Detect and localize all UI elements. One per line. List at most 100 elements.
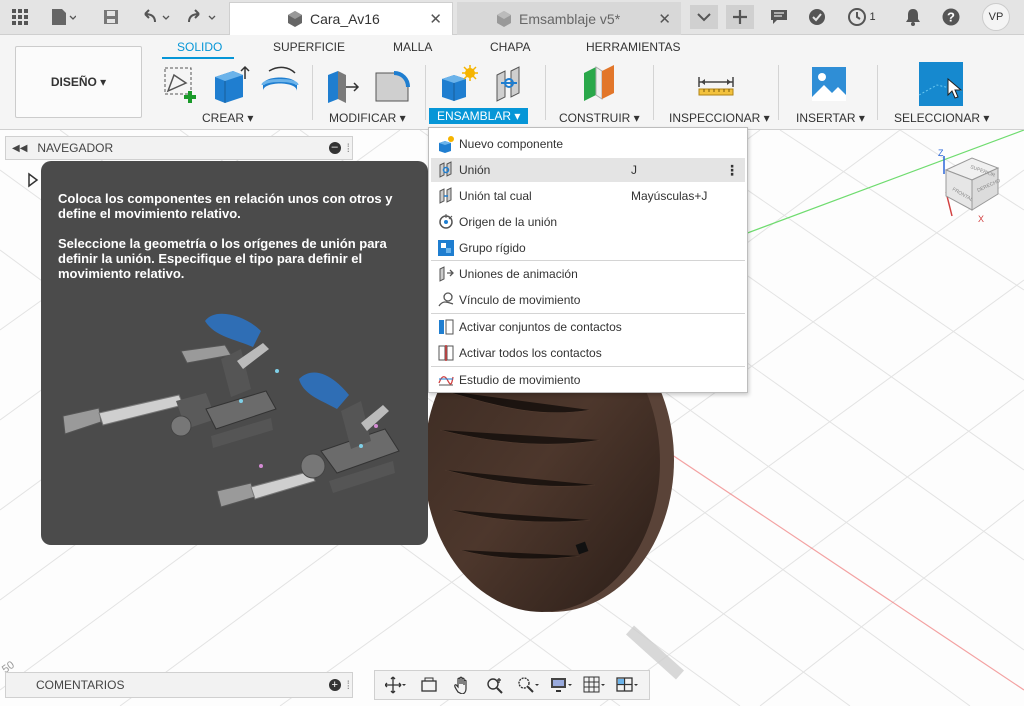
close-icon[interactable]: ✕ xyxy=(429,10,442,28)
menu-item-label: Origen de la unión xyxy=(459,215,558,229)
joint-icon xyxy=(435,160,457,180)
joint-origin-icon xyxy=(435,212,457,232)
insert-image-icon[interactable] xyxy=(808,63,850,105)
create-sketch-icon[interactable] xyxy=(160,63,202,105)
undo-icon[interactable] xyxy=(138,5,174,29)
file-icon[interactable] xyxy=(48,5,78,29)
joint-icon[interactable] xyxy=(489,63,531,105)
rigid-group-icon xyxy=(435,238,457,258)
tab-chapa[interactable]: CHAPA xyxy=(490,40,530,54)
axis-z-label: Z xyxy=(938,148,944,158)
group-insertar[interactable]: INSERTAR ▾ xyxy=(796,111,865,125)
viewcube[interactable]: SUPERIOR FRONTAL DERECHO Z X xyxy=(932,148,1012,228)
menu-item-joint-origin[interactable]: Origen de la unión xyxy=(431,210,745,234)
zoom-icon[interactable] xyxy=(483,674,507,696)
tab-malla[interactable]: MALLA xyxy=(393,40,432,54)
tab-superficie[interactable]: SUPERFICIE xyxy=(273,40,345,54)
menu-item-new-component[interactable]: Nuevo componente xyxy=(431,132,745,156)
drive-joints-icon xyxy=(435,264,457,284)
look-at-icon[interactable] xyxy=(417,674,441,696)
help-icon[interactable]: ? xyxy=(940,5,962,29)
joint-tooltip-panel: Coloca los componentes en relación unos … xyxy=(41,161,428,545)
svg-text:?: ? xyxy=(947,10,955,25)
tab-title: Emsamblaje v5* xyxy=(519,10,621,27)
toolbar-divider xyxy=(312,65,313,120)
tab-solido[interactable]: SOLIDO xyxy=(177,40,222,54)
notification-count: 1 xyxy=(869,11,876,23)
new-component-icon xyxy=(435,134,457,154)
contact-sets-icon xyxy=(435,317,457,337)
zoom-window-icon[interactable] xyxy=(517,674,541,696)
group-ensamblar[interactable]: ENSAMBLAR ▾ xyxy=(429,108,529,124)
menu-item-motion-study[interactable]: Estudio de movimiento xyxy=(431,368,745,392)
active-tab-indicator xyxy=(162,57,234,59)
menu-item-contact-sets[interactable]: Activar conjuntos de contactos xyxy=(431,315,745,339)
save-icon[interactable] xyxy=(100,5,122,29)
bell-icon[interactable] xyxy=(902,5,924,29)
grid-apps-icon[interactable] xyxy=(10,5,30,29)
construct-plane-icon[interactable] xyxy=(578,63,620,105)
add-comment-icon[interactable]: + xyxy=(328,679,341,691)
menu-item-rigid-group[interactable]: Grupo rígido xyxy=(431,236,745,260)
redo-icon[interactable] xyxy=(184,5,220,29)
joint-illustration xyxy=(62,313,400,508)
as-built-joint-icon xyxy=(435,186,457,206)
menu-item-shortcut: Mayúsculas+J xyxy=(631,189,708,203)
group-seleccionar[interactable]: SELECCIONAR ▾ xyxy=(894,111,989,125)
assemble-dropdown-menu: Nuevo componente Unión J ⋮ Unión tal cua… xyxy=(428,127,748,393)
menu-item-all-contacts[interactable]: Activar todos los contactos xyxy=(431,341,745,365)
revolve-icon[interactable] xyxy=(259,63,301,105)
menu-item-label: Nuevo componente xyxy=(459,137,564,151)
close-icon[interactable]: ✕ xyxy=(658,10,671,28)
new-component-icon[interactable] xyxy=(438,63,480,105)
tree-expand-icon[interactable] xyxy=(27,172,39,188)
tab-title: Cara_Av16 xyxy=(310,11,380,27)
minus-icon[interactable]: – xyxy=(328,142,341,154)
panel-handle-icon[interactable]: ⁞ xyxy=(347,678,350,692)
viewports-icon[interactable] xyxy=(616,674,640,696)
comments-icon[interactable] xyxy=(768,5,790,29)
extrude-icon[interactable] xyxy=(209,63,251,105)
toolbar-divider xyxy=(877,65,878,120)
toolbar-divider xyxy=(653,65,654,120)
group-construir[interactable]: CONSTRUIR ▾ xyxy=(559,111,640,125)
workspace-switcher-button[interactable]: DISEÑO ▾ xyxy=(15,46,142,118)
comments-title: COMENTARIOS xyxy=(36,678,125,692)
job-status-icon[interactable]: 1 xyxy=(846,5,878,29)
menu-item-label: Vínculo de movimiento xyxy=(459,293,581,307)
menu-item-label: Activar todos los contactos xyxy=(459,346,602,360)
plus-icon[interactable] xyxy=(726,5,754,29)
menu-item-label: Activar conjuntos de contactos xyxy=(459,320,622,334)
pan-hand-icon[interactable] xyxy=(450,674,474,696)
collapse-icon[interactable]: ◀◀ xyxy=(12,143,27,154)
more-options-icon[interactable]: ⋮ xyxy=(725,162,739,179)
ribbon-toolbar: SOLIDO SUPERFICIE MALLA CHAPA HERRAMIENT… xyxy=(0,35,1024,130)
comments-panel: COMENTARIOS + ⁞ xyxy=(5,672,353,698)
group-modificar[interactable]: MODIFICAR ▾ xyxy=(329,111,406,125)
menu-item-as-built-joint[interactable]: Unión tal cual Mayúsculas+J xyxy=(431,184,745,208)
tab-herramientas[interactable]: HERRAMIENTAS xyxy=(586,40,680,54)
menu-item-motion-link[interactable]: Vínculo de movimiento xyxy=(431,288,745,312)
orbit-icon[interactable] xyxy=(384,674,408,696)
menu-item-joint[interactable]: Unión J ⋮ xyxy=(431,158,745,182)
avatar[interactable]: VP xyxy=(982,3,1010,31)
display-settings-icon[interactable] xyxy=(550,674,574,696)
press-pull-icon[interactable] xyxy=(322,63,364,105)
measure-icon[interactable] xyxy=(695,63,737,105)
tab-emsamblaje-v5[interactable]: Emsamblaje v5* ✕ xyxy=(457,2,681,35)
chevron-down-icon[interactable] xyxy=(690,5,718,29)
offline-icon[interactable] xyxy=(806,5,828,29)
navigation-bar xyxy=(374,670,650,700)
fillet-icon[interactable] xyxy=(372,63,414,105)
tab-cara-av16[interactable]: Cara_Av16 ✕ xyxy=(229,2,453,35)
select-icon[interactable] xyxy=(918,61,964,107)
group-inspeccionar[interactable]: INSPECCIONAR ▾ xyxy=(669,111,770,125)
toolbar-divider xyxy=(425,65,426,120)
grid-settings-icon[interactable] xyxy=(583,674,607,696)
panel-handle-icon[interactable]: ⁞ xyxy=(347,141,350,155)
menu-item-drive-joints[interactable]: Uniones de animación xyxy=(431,262,745,286)
group-crear[interactable]: CREAR ▾ xyxy=(202,111,253,125)
menu-item-shortcut: J xyxy=(631,163,637,177)
component-icon xyxy=(286,10,304,28)
menu-divider xyxy=(431,313,745,314)
